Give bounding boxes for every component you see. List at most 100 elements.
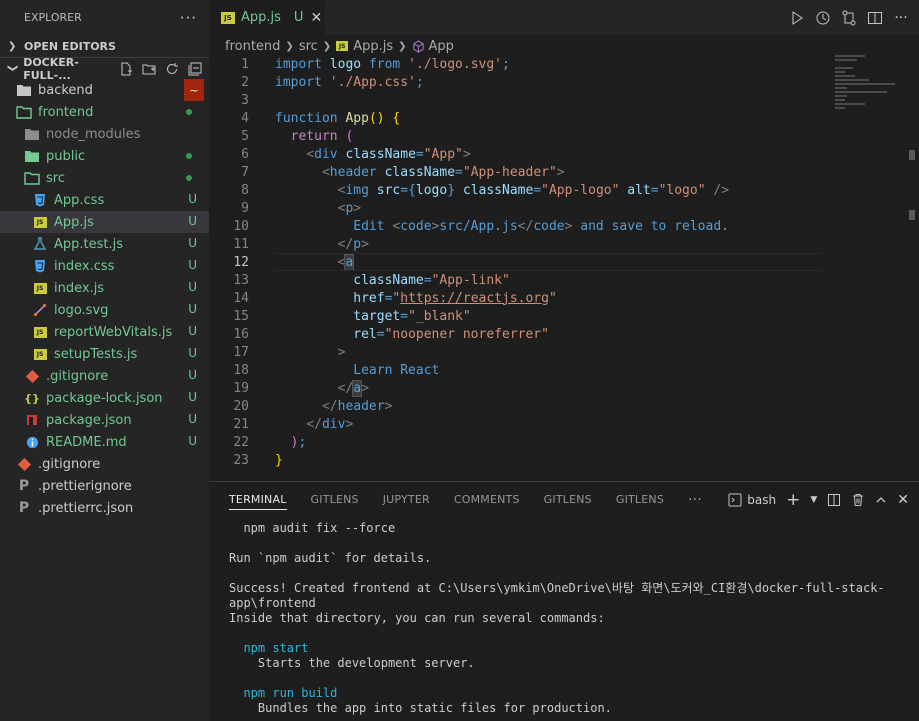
chevron-down-icon[interactable]: ▼ <box>810 495 817 505</box>
code-token: href <box>353 290 385 306</box>
panel-tab[interactable]: TERMINAL <box>229 482 287 517</box>
project-section[interactable]: ❯ DOCKER-FULL-... <box>0 56 209 82</box>
git-icon <box>16 456 32 472</box>
tree-item[interactable]: node_modules <box>0 123 209 145</box>
close-panel-icon[interactable]: ✕ <box>897 492 909 508</box>
code-token: div <box>314 146 338 162</box>
code-line[interactable]: 4 function App() { <box>209 109 919 127</box>
code-line[interactable]: 6 <div className="App"> <box>209 145 919 163</box>
open-editors-section[interactable]: ❯ OPEN EDITORS <box>0 35 209 57</box>
code-line[interactable]: 12 <a <box>209 253 919 271</box>
code-token: import <box>275 74 322 90</box>
tree-item[interactable]: public <box>0 145 209 167</box>
folder-icon <box>16 82 32 98</box>
refresh-icon[interactable] <box>164 61 180 77</box>
compare-changes-icon[interactable] <box>841 10 857 26</box>
panel-tab[interactable]: GITLENS <box>311 482 359 517</box>
code-line[interactable]: 2 import './App.css'; <box>209 73 919 91</box>
panel-tab[interactable]: JUPYTER <box>383 482 430 517</box>
code-line[interactable]: 20 </header> <box>209 397 919 415</box>
more-actions-icon[interactable]: ··· <box>893 10 909 26</box>
breadcrumb-item[interactable]: App <box>429 39 454 54</box>
panel-tab[interactable]: COMMENTS <box>454 482 520 517</box>
code-line[interactable]: 13 className="App-link" <box>209 271 919 289</box>
terminal-shell-selector[interactable]: bash <box>728 493 776 507</box>
code-line[interactable]: 3 <box>209 91 919 109</box>
code-line[interactable]: 23} <box>209 451 919 469</box>
split-editor-icon[interactable] <box>867 10 883 26</box>
tree-item[interactable]: frontend <box>0 101 209 123</box>
breadcrumb-item[interactable]: src <box>299 39 318 54</box>
code-line[interactable]: 11 </p> <box>209 235 919 253</box>
code-line[interactable]: 16 rel="noopener noreferrer" <box>209 325 919 343</box>
code-text: target="_blank" <box>249 309 470 324</box>
code-line[interactable]: 21 </div> <box>209 415 919 433</box>
tree-item[interactable]: README.md U <box>0 431 209 453</box>
code-line[interactable]: 9 <p> <box>209 199 919 217</box>
tab-app-js[interactable]: JS App.js U ✕ <box>209 0 325 35</box>
tree-item[interactable]: src <box>0 167 209 189</box>
code-line[interactable]: 1 import logo from './logo.svg'; <box>209 55 919 73</box>
code-line[interactable]: 19 </a> <box>209 379 919 397</box>
tree-item[interactable]: App.test.js U <box>0 233 209 255</box>
tree-item[interactable]: App.css U <box>0 189 209 211</box>
code-line[interactable]: 22 ); <box>209 433 919 451</box>
code-editor[interactable]: 1 import logo from './logo.svg'; 2 import '… <box>209 55 919 478</box>
tree-item[interactable]: index.css U <box>0 255 209 277</box>
tree-item[interactable]: JS index.js U <box>0 277 209 299</box>
code-token: src <box>368 182 401 198</box>
code-line[interactable]: 8 <img src={logo} className="App-logo" a… <box>209 181 919 199</box>
minimap[interactable] <box>835 55 905 115</box>
close-icon[interactable]: ✕ <box>310 10 322 26</box>
code-token: header <box>329 164 377 180</box>
tree-item[interactable]: .gitignore U <box>0 365 209 387</box>
tree-item-label: App.css <box>54 192 105 208</box>
code-line[interactable]: 5 return ( <box>209 127 919 145</box>
panel-tab[interactable]: GITLENS <box>616 482 664 517</box>
tree-item[interactable]: backend ~ <box>0 79 209 101</box>
tree-item[interactable]: .gitignore <box>0 453 209 475</box>
code-token: ( <box>345 128 354 144</box>
collapse-all-icon[interactable] <box>187 61 203 77</box>
tree-item[interactable]: JS setupTests.js U <box>0 343 209 365</box>
tree-item[interactable]: P .prettierrc.json <box>0 497 209 519</box>
code-token: = <box>650 182 659 198</box>
code-token: = <box>376 326 385 342</box>
more-tabs-icon[interactable]: ··· <box>688 482 702 517</box>
panel-tab[interactable]: GITLENS <box>544 482 592 517</box>
run-icon[interactable] <box>789 10 805 26</box>
code-line[interactable]: 17 > <box>209 343 919 361</box>
tree-item-label: .gitignore <box>46 368 109 384</box>
tree-item[interactable]: logo.svg U <box>0 299 209 321</box>
code-line[interactable]: 18 Learn React <box>209 361 919 379</box>
folder-icon <box>24 148 40 164</box>
editor-scrollbar[interactable] <box>905 55 919 478</box>
split-terminal-icon[interactable] <box>827 493 841 507</box>
new-folder-icon[interactable] <box>141 61 157 77</box>
terminal-output[interactable]: npm audit fix --force Run `npm audit` for… <box>209 517 919 716</box>
code-line[interactable]: 14 href="https://reactjs.org" <box>209 289 919 307</box>
trash-icon[interactable] <box>851 493 865 507</box>
tree-item[interactable]: JS App.js U <box>0 211 209 233</box>
code-token: return <box>290 128 338 144</box>
code-line[interactable]: 7 <header className="App-header"> <box>209 163 919 181</box>
breadcrumb-item[interactable]: App.js <box>353 39 393 54</box>
code-line[interactable]: 15 target="_blank" <box>209 307 919 325</box>
code-line[interactable]: 10 Edit <code>src/App.js</code> and save… <box>209 217 919 235</box>
new-file-icon[interactable] <box>118 61 134 77</box>
new-terminal-icon[interactable]: + <box>786 490 800 510</box>
timeline-history-icon[interactable] <box>815 10 831 26</box>
tree-item[interactable]: P .prettierignore <box>0 475 209 497</box>
test-flask-icon <box>32 236 48 252</box>
tree-item[interactable]: {} package-lock.json U <box>0 387 209 409</box>
more-actions-icon[interactable]: ··· <box>180 9 197 27</box>
tree-item[interactable]: JS reportWebVitals.js U <box>0 321 209 343</box>
maximize-panel-icon[interactable] <box>875 494 887 506</box>
tree-item[interactable]: package.json U <box>0 409 209 431</box>
breadcrumb-item[interactable]: frontend <box>225 39 280 54</box>
line-number: 12 <box>233 254 249 270</box>
code-token: = <box>455 164 463 180</box>
